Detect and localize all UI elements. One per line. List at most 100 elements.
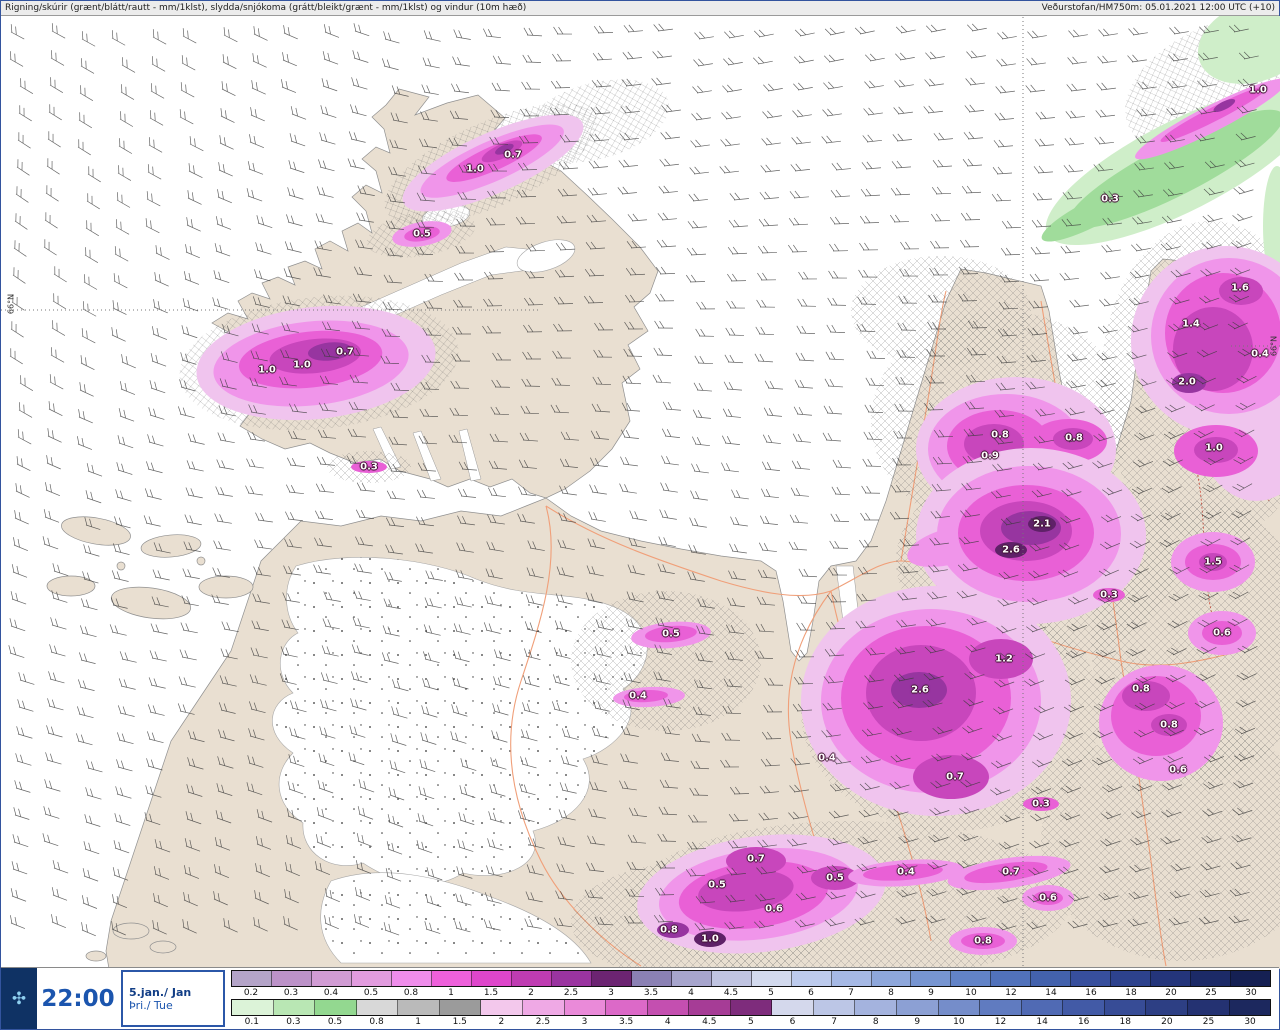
legend-color-cell xyxy=(751,971,792,986)
legend-tick: 9 xyxy=(914,1017,921,1027)
legend-color-cell xyxy=(391,971,432,986)
legend-tick: 12 xyxy=(1005,988,1017,998)
legend-tick: 4.5 xyxy=(723,988,739,998)
header-bar: Rigning/skúrir (grænt/blátt/rautt - mm/1… xyxy=(1,1,1279,16)
legend-tick-row: 0.2 0.3 0.4 0.5 0.8 1 1.5 2 2.5 3 3.5 4 4.5 5 6 7 8 9 10 12… xyxy=(231,987,1271,999)
legend-color-cell xyxy=(1146,1000,1188,1015)
legend-bar-slydda-snjokoma xyxy=(231,970,1271,987)
legend-tick: 25 xyxy=(1202,1017,1215,1027)
legend-color-cell xyxy=(315,1000,357,1015)
legend-tick: 30 xyxy=(1245,988,1257,998)
legend-color-cell xyxy=(991,971,1032,986)
valid-time: 22:00 xyxy=(41,985,115,1012)
legend-color-cell xyxy=(938,1000,981,1015)
legend-tick: 0.5 xyxy=(327,1017,343,1027)
legend-tick: 0.8 xyxy=(403,988,419,998)
date-label: 5.jan./ Jan xyxy=(129,985,192,999)
legend-color-cell xyxy=(564,1000,607,1015)
legend-tick: 14 xyxy=(1045,988,1057,998)
legend-color-cell xyxy=(606,1000,648,1015)
legend-color-cell xyxy=(855,1000,897,1015)
legend-tick: 4.5 xyxy=(702,1017,717,1027)
map-title: Rigning/skúrir (grænt/blátt/rautt - mm/1… xyxy=(5,3,527,13)
legend-color-cell xyxy=(232,1000,274,1015)
legend-tick: 6 xyxy=(789,1017,796,1027)
legend-color-cell xyxy=(980,1000,1022,1015)
legend-color-cell xyxy=(1063,1000,1105,1015)
legend-tick: 0.1 xyxy=(244,1017,259,1027)
legend-color-cell xyxy=(871,971,912,986)
legend-color-cell xyxy=(791,971,832,986)
legend-color-cell xyxy=(481,1000,523,1015)
legend-color-cell xyxy=(1187,1000,1230,1015)
legend-tick: 18 xyxy=(1125,988,1137,998)
legend-tick: 3.5 xyxy=(643,988,659,998)
legend-bar-rigning xyxy=(231,999,1271,1016)
model-run-info: Veðurstofan/HM750m: 05.01.2021 12:00 UTC… xyxy=(1041,3,1275,13)
legend-tick: 4 xyxy=(664,1017,671,1027)
legend-color-cell xyxy=(831,971,872,986)
legend-color-cell xyxy=(1021,1000,1064,1015)
legend-tick: 4 xyxy=(688,988,694,998)
legend-color-cell xyxy=(631,971,672,986)
legend-tick: 1.5 xyxy=(483,988,499,998)
legend-tick: 2 xyxy=(498,1017,505,1027)
legend-tick: 1 xyxy=(448,988,454,998)
footer-bar: ✣ 22:00 5.jan./ Jan Þri./ Tue 0.2 0.3 0.4 0… xyxy=(1,967,1279,1029)
legend-color-cell xyxy=(511,971,552,986)
legend-tick: 0.3 xyxy=(283,988,299,998)
legend-color-cell xyxy=(398,1000,440,1015)
sparkle-icon: ✣ xyxy=(11,988,27,1009)
legend-color-cell xyxy=(813,1000,856,1015)
legend-color-cell xyxy=(671,971,712,986)
legend-tick: 2.5 xyxy=(563,988,579,998)
legend-color-cell xyxy=(1104,1000,1147,1015)
weekday-label: Þri./ Tue xyxy=(129,998,173,1012)
legend-color-cell xyxy=(1071,971,1112,986)
legend-tick: 0.4 xyxy=(323,988,339,998)
legend-color-cell xyxy=(1151,971,1192,986)
legend-tick: 20 xyxy=(1161,1017,1173,1027)
legend-color-cell xyxy=(551,971,592,986)
legend-tick: 10 xyxy=(965,988,977,998)
legend-tick: 1.5 xyxy=(452,1017,467,1027)
legend-tick: 0.3 xyxy=(286,1017,301,1027)
legend: 0.2 0.3 0.4 0.5 0.8 1 1.5 2 2.5 3 3.5 4 4.5 5 6 7 8 9 10 12… xyxy=(227,968,1279,1029)
legend-tick: 0.8 xyxy=(369,1017,384,1027)
legend-tick: 5 xyxy=(768,988,774,998)
legend-color-cell xyxy=(1229,1000,1271,1015)
legend-color-cell xyxy=(522,1000,565,1015)
legend-color-cell xyxy=(1111,971,1152,986)
legend-color-cell xyxy=(356,1000,399,1015)
legend-color-cell xyxy=(897,1000,939,1015)
brand-box: ✣ xyxy=(1,968,37,1029)
legend-color-cell xyxy=(772,1000,814,1015)
legend-color-cell xyxy=(351,971,392,986)
legend-color-cell xyxy=(951,971,992,986)
legend-tick: 25 xyxy=(1205,988,1217,998)
legend-tick: 7 xyxy=(831,1017,837,1027)
legend-tick: 7 xyxy=(848,988,854,998)
legend-color-cell xyxy=(1231,971,1271,986)
legend-tick: 8 xyxy=(888,988,894,998)
legend-color-cell xyxy=(689,1000,731,1015)
legend-color-cell xyxy=(431,971,472,986)
legend-tick: 8 xyxy=(872,1017,879,1027)
legend-color-cell xyxy=(591,971,632,986)
legend-tick: 10 xyxy=(953,1017,965,1027)
legend-color-cell xyxy=(273,1000,316,1015)
legend-color-cell xyxy=(471,971,512,986)
legend-tick-row: 0.1 0.3 0.5 0.8 1 1.5 2 2.5 3 3.5 4 4.5 5 6 7 8 9 10 12 14 1… xyxy=(231,1016,1271,1028)
legend-color-cell xyxy=(439,1000,482,1015)
legend-color-cell xyxy=(730,1000,773,1015)
legend-tick: 5 xyxy=(748,1017,754,1027)
legend-color-cell xyxy=(647,1000,690,1015)
legend-tick: 1 xyxy=(415,1017,422,1027)
legend-tick: 14 xyxy=(1036,1017,1048,1027)
legend-color-cell xyxy=(1031,971,1072,986)
legend-color-cell xyxy=(271,971,312,986)
date-box: 5.jan./ Jan Þri./ Tue xyxy=(121,970,225,1027)
legend-color-cell xyxy=(311,971,352,986)
legend-tick: 12 xyxy=(994,1017,1007,1027)
legend-color-cell xyxy=(1191,971,1232,986)
